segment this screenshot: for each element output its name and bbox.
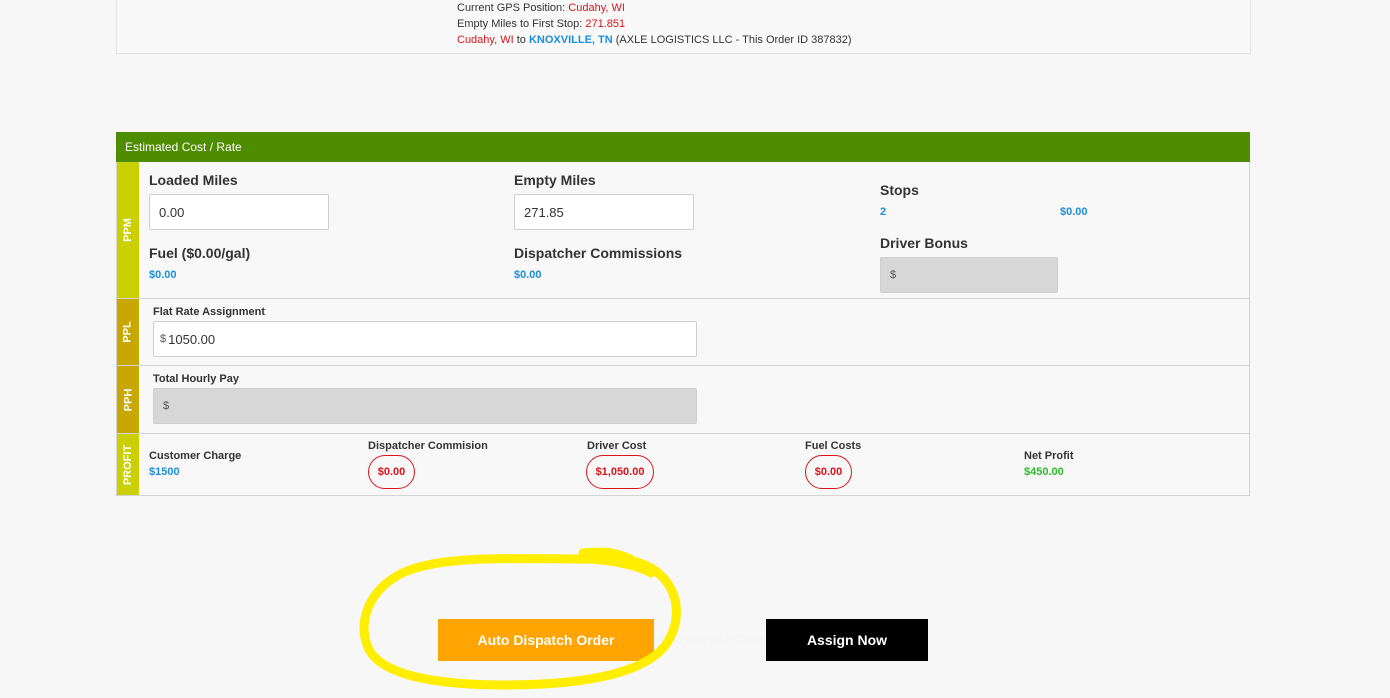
pph-side-tab: PPH xyxy=(117,366,139,433)
flat-rate-label: Flat Rate Assignment xyxy=(153,306,266,318)
driver-bonus-currency: $ xyxy=(890,269,897,281)
estimate-header: Estimated Cost / Rate xyxy=(116,132,1250,162)
empty-miles-label: Empty Miles to First Stop: xyxy=(457,18,583,30)
empty-miles-input[interactable]: 271.85 xyxy=(514,194,694,230)
fuel-costs-label: Fuel Costs xyxy=(805,440,862,452)
ppl-side-tab: PPL xyxy=(117,299,139,365)
fuel-value: $0.00 xyxy=(149,269,177,281)
customer-charge-label: Customer Charge xyxy=(149,450,242,462)
profit-row: PROFIT Customer Charge $1500 Dispatcher … xyxy=(116,434,1250,496)
empty-miles-field-value: 271.85 xyxy=(524,204,564,220)
net-profit-value: $450.00 xyxy=(1024,466,1064,478)
route-to-word: to xyxy=(516,34,526,46)
ppm-side-tab: PPM xyxy=(117,162,139,298)
route-order-info: (AXLE LOGISTICS LLC - This Order ID 3878… xyxy=(615,34,852,46)
dispatcher-commissions-value: $0.00 xyxy=(514,269,542,281)
ppm-side-label: PPM xyxy=(122,218,134,242)
profit-side-label: PROFIT xyxy=(122,444,134,485)
assign-now-button[interactable]: Assign Now xyxy=(766,619,928,661)
driver-bonus-input[interactable]: $ xyxy=(880,257,1058,293)
pph-side-label: PPH xyxy=(122,388,134,411)
auto-dispatch-button[interactable]: Auto Dispatch Order xyxy=(438,619,654,661)
customer-charge-value: $1500 xyxy=(149,466,180,478)
route-origin: Cudahy, WI xyxy=(457,34,514,46)
gps-label: Current GPS Position: xyxy=(457,2,566,14)
profit-side-tab: PROFIT xyxy=(117,434,139,495)
stops-count: 2 xyxy=(880,206,887,218)
stops-amount: $0.00 xyxy=(1060,206,1088,218)
pph-row: PPH Total Hourly Pay $ xyxy=(116,366,1250,434)
empty-miles-value: 271.851 xyxy=(585,18,626,30)
route-info-panel: Current GPS Position: Cudahy, WI Empty M… xyxy=(116,0,1251,54)
flat-rate-input[interactable]: $ 1050.00 xyxy=(153,321,697,357)
estimated-cost-section: Estimated Cost / Rate PPM Loaded Miles 0… xyxy=(116,132,1250,496)
empty-miles-field-label: Empty Miles xyxy=(514,172,596,188)
fuel-label: Fuel ($0.00/gal) xyxy=(149,245,251,261)
ppm-row: PPM Loaded Miles 0.00 Empty Miles 271.85… xyxy=(116,162,1250,299)
total-hourly-pay-input[interactable]: $ xyxy=(153,388,697,424)
gps-value: Cudahy, WI xyxy=(568,2,625,14)
fuel-costs-value: $0.00 xyxy=(805,455,852,489)
loaded-miles-label: Loaded Miles xyxy=(149,172,238,188)
auto-dispatch-ghost-text: Auto Dispatch Order xyxy=(658,632,767,646)
driver-cost-label: Driver Cost xyxy=(587,440,647,452)
ppl-row: PPL Flat Rate Assignment $ 1050.00 xyxy=(116,299,1250,366)
total-hourly-pay-label: Total Hourly Pay xyxy=(153,373,239,385)
flat-rate-value: 1050.00 xyxy=(168,331,216,347)
loaded-miles-value: 0.00 xyxy=(159,204,185,220)
empty-miles-line: Empty Miles to First Stop: 271.851 xyxy=(457,16,852,32)
dispatcher-commision-value: $0.00 xyxy=(368,455,415,489)
loaded-miles-input[interactable]: 0.00 xyxy=(149,194,329,230)
dispatcher-commision-label: Dispatcher Commision xyxy=(368,440,488,452)
net-profit-label: Net Profit xyxy=(1024,450,1074,462)
stops-label: Stops xyxy=(880,182,919,198)
gps-line: Current GPS Position: Cudahy, WI xyxy=(457,0,852,16)
flat-rate-currency: $ xyxy=(160,333,167,345)
ppl-side-label: PPL xyxy=(122,321,134,343)
route-line: Cudahy, WI to KNOXVILLE, TN (AXLE LOGIST… xyxy=(457,32,852,48)
driver-cost-value: $1,050.00 xyxy=(586,455,654,489)
dispatcher-commissions-label: Dispatcher Commissions xyxy=(514,245,683,261)
route-lines: Current GPS Position: Cudahy, WI Empty M… xyxy=(457,0,852,48)
hourly-currency: $ xyxy=(163,400,170,412)
route-destination[interactable]: KNOXVILLE, TN xyxy=(529,34,613,46)
driver-bonus-label: Driver Bonus xyxy=(880,235,968,251)
